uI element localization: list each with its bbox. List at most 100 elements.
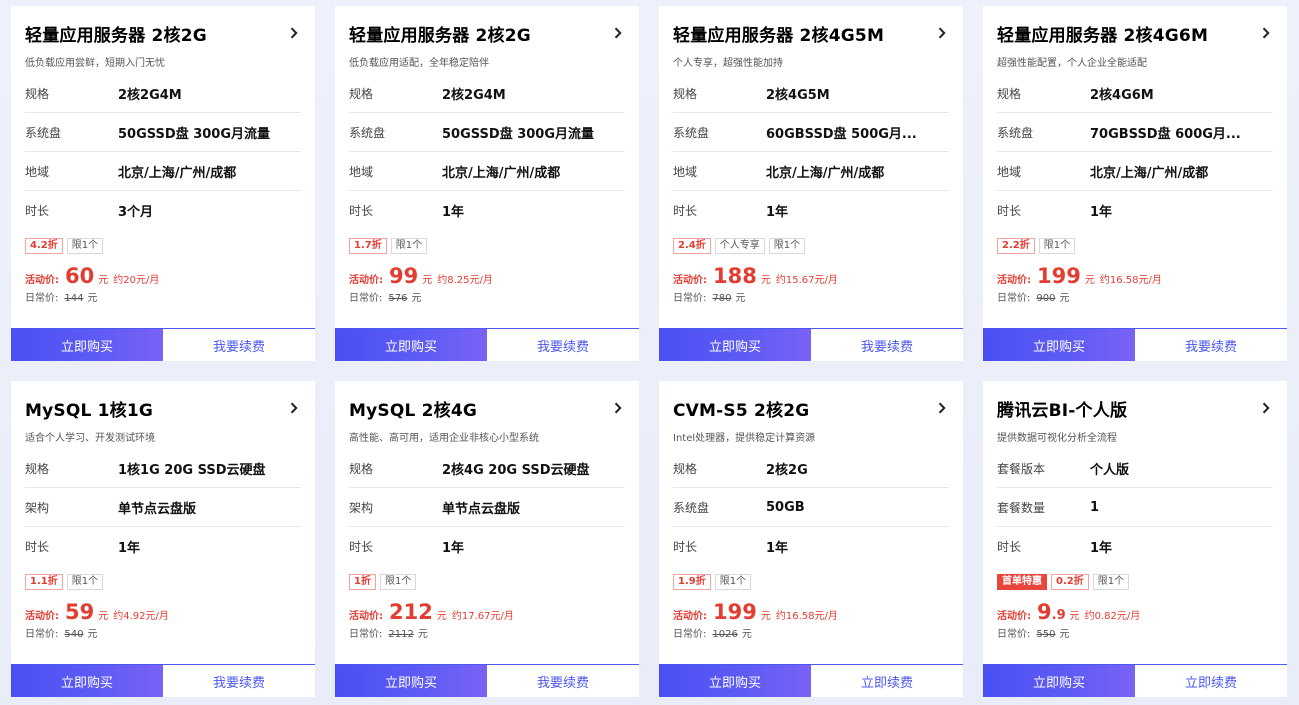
card-title: CVM-S5 2核2G — [673, 400, 810, 421]
renew-button[interactable]: 立即续费 — [811, 665, 963, 697]
discount-badge: 1折 — [349, 574, 376, 590]
spec-list: 规格 1核1G 20G SSD云硬盘 架构 单节点云盘版 时长 1年 — [25, 449, 301, 566]
chevron-right-icon[interactable] — [287, 26, 301, 40]
chevron-right-icon[interactable] — [611, 26, 625, 40]
orig-label: 日常价: — [349, 293, 383, 304]
buy-now-button[interactable]: 立即购买 — [335, 665, 487, 697]
card-header[interactable]: 轻量应用服务器 2核4G5M — [673, 21, 949, 46]
card-header[interactable]: 腾讯云BI-个人版 — [997, 396, 1273, 421]
regular-price: 日常价: 780 元 — [673, 289, 949, 305]
promo-price: 活动价: 60 元 约20元/月 — [25, 264, 301, 288]
promo-price: 活动价: 199 元 约16.58元/月 — [673, 600, 949, 624]
card-header[interactable]: 轻量应用服务器 2核2G — [25, 21, 301, 46]
spec-value: 1年 — [442, 205, 465, 220]
card-header[interactable]: 轻量应用服务器 2核2G — [349, 21, 625, 46]
spec-row: 时长 3个月 — [25, 191, 301, 230]
spec-key: 系统盘 — [349, 125, 386, 140]
product-card: MySQL 2核4G 高性能、高可用，适用企业非核心小型系统 规格 2核4G 2… — [335, 381, 639, 697]
chevron-right-icon[interactable] — [287, 401, 301, 415]
monthly-price: 约0.82元/月 — [1084, 611, 1141, 622]
spec-key: 系统盘 — [673, 500, 710, 515]
spec-key: 时长 — [997, 204, 1022, 218]
spec-row: 时长 1年 — [349, 191, 625, 230]
regular-price: 日常价: 540 元 — [25, 625, 301, 641]
monthly-price: 约16.58元/月 — [775, 611, 838, 622]
renew-button[interactable]: 我要续费 — [811, 329, 963, 361]
price-unit: 元 — [760, 275, 771, 286]
spec-key: 架构 — [25, 500, 50, 515]
spec-row: 系统盘 50GSSD盘 300G月流量 — [25, 113, 301, 152]
spec-row: 系统盘 50GSSD盘 300G月流量 — [349, 113, 625, 152]
chevron-right-icon[interactable] — [1259, 26, 1273, 40]
renew-button[interactable]: 我要续费 — [163, 329, 315, 361]
chevron-right-icon[interactable] — [611, 401, 625, 415]
spec-row: 规格 2核2G — [673, 449, 949, 488]
limit-badge: 个人专享 — [714, 238, 765, 254]
monthly-price: 约15.67元/月 — [775, 275, 838, 286]
spec-key: 时长 — [673, 204, 698, 218]
renew-button[interactable]: 我要续费 — [487, 665, 639, 697]
spec-key: 地域 — [25, 164, 50, 179]
renew-button[interactable]: 我要续费 — [163, 665, 315, 697]
card-header[interactable]: CVM-S5 2核2G — [673, 396, 949, 421]
renew-button[interactable]: 我要续费 — [1135, 329, 1287, 361]
card-header[interactable]: MySQL 2核4G — [349, 396, 625, 421]
limit-badge: 限1个 — [390, 238, 428, 254]
orig-value: 900 — [1036, 293, 1056, 304]
card-header[interactable]: 轻量应用服务器 2核4G6M — [997, 21, 1273, 46]
spec-key: 时长 — [349, 204, 374, 218]
price-label: 活动价: — [349, 611, 383, 622]
card-title: 轻量应用服务器 2核4G6M — [997, 25, 1209, 46]
orig-unit: 元 — [735, 293, 746, 304]
chevron-right-icon[interactable] — [935, 401, 949, 415]
buy-now-button[interactable]: 立即购买 — [659, 329, 811, 361]
orig-unit: 元 — [87, 293, 98, 304]
orig-label: 日常价: — [673, 293, 707, 304]
price-value: 188 — [713, 264, 757, 288]
chevron-right-icon[interactable] — [1259, 401, 1273, 415]
spec-value: 1 — [1090, 499, 1100, 515]
price-value: 199 — [713, 600, 757, 624]
buy-now-button[interactable]: 立即购买 — [11, 329, 163, 361]
spec-key: 时长 — [349, 540, 374, 554]
orig-unit: 元 — [417, 629, 428, 640]
buy-now-button[interactable]: 立即购买 — [983, 665, 1135, 697]
spec-value: 2核2G — [766, 462, 808, 478]
spec-row: 系统盘 60GBSSD盘 500G月... — [673, 113, 949, 152]
discount-badge: 1.1折 — [25, 574, 63, 590]
orig-value: 780 — [712, 293, 732, 304]
spec-key: 时长 — [25, 540, 50, 554]
buy-now-button[interactable]: 立即购买 — [335, 329, 487, 361]
spec-value: 北京/上海/广州/成都 — [1090, 165, 1209, 181]
buy-now-button[interactable]: 立即购买 — [983, 329, 1135, 361]
promo-price: 活动价: 9.9 元 约0.82元/月 — [997, 600, 1273, 624]
buy-now-button[interactable]: 立即购买 — [11, 665, 163, 697]
renew-button[interactable]: 我要续费 — [487, 329, 639, 361]
price-unit: 元 — [98, 611, 109, 622]
buy-now-button[interactable]: 立即购买 — [659, 665, 811, 697]
price-unit: 元 — [1084, 275, 1095, 286]
discount-badge: 1.7折 — [349, 238, 387, 254]
spec-row: 地域 北京/上海/广州/成都 — [25, 152, 301, 191]
card-header[interactable]: MySQL 1核1G — [25, 396, 301, 421]
renew-button[interactable]: 立即续费 — [1135, 665, 1287, 697]
tag-list: 4.2折 限1个 — [25, 238, 301, 254]
spec-row: 架构 单节点云盘版 — [25, 488, 301, 527]
orig-unit: 元 — [87, 629, 98, 640]
price-int: 60 — [65, 264, 95, 288]
regular-price: 日常价: 144 元 — [25, 289, 301, 305]
orig-value: 1026 — [712, 629, 738, 640]
card-title: MySQL 1核1G — [25, 400, 154, 421]
tag-list: 1.9折 限1个 — [673, 574, 949, 590]
spec-value: 北京/上海/广州/成都 — [118, 165, 237, 181]
price-value: 60 — [65, 264, 94, 288]
card-actions: 立即购买 我要续费 — [11, 664, 315, 697]
spec-row: 系统盘 50GB — [673, 488, 949, 527]
spec-row: 套餐版本 个人版 — [997, 449, 1273, 488]
card-actions: 立即购买 我要续费 — [659, 328, 963, 361]
chevron-right-icon[interactable] — [935, 26, 949, 40]
spec-value: 70GBSSD盘 600G月... — [1090, 126, 1241, 142]
spec-key: 套餐版本 — [997, 461, 1046, 476]
orig-unit: 元 — [1059, 293, 1070, 304]
spec-value: 2核4G5M — [766, 87, 830, 103]
